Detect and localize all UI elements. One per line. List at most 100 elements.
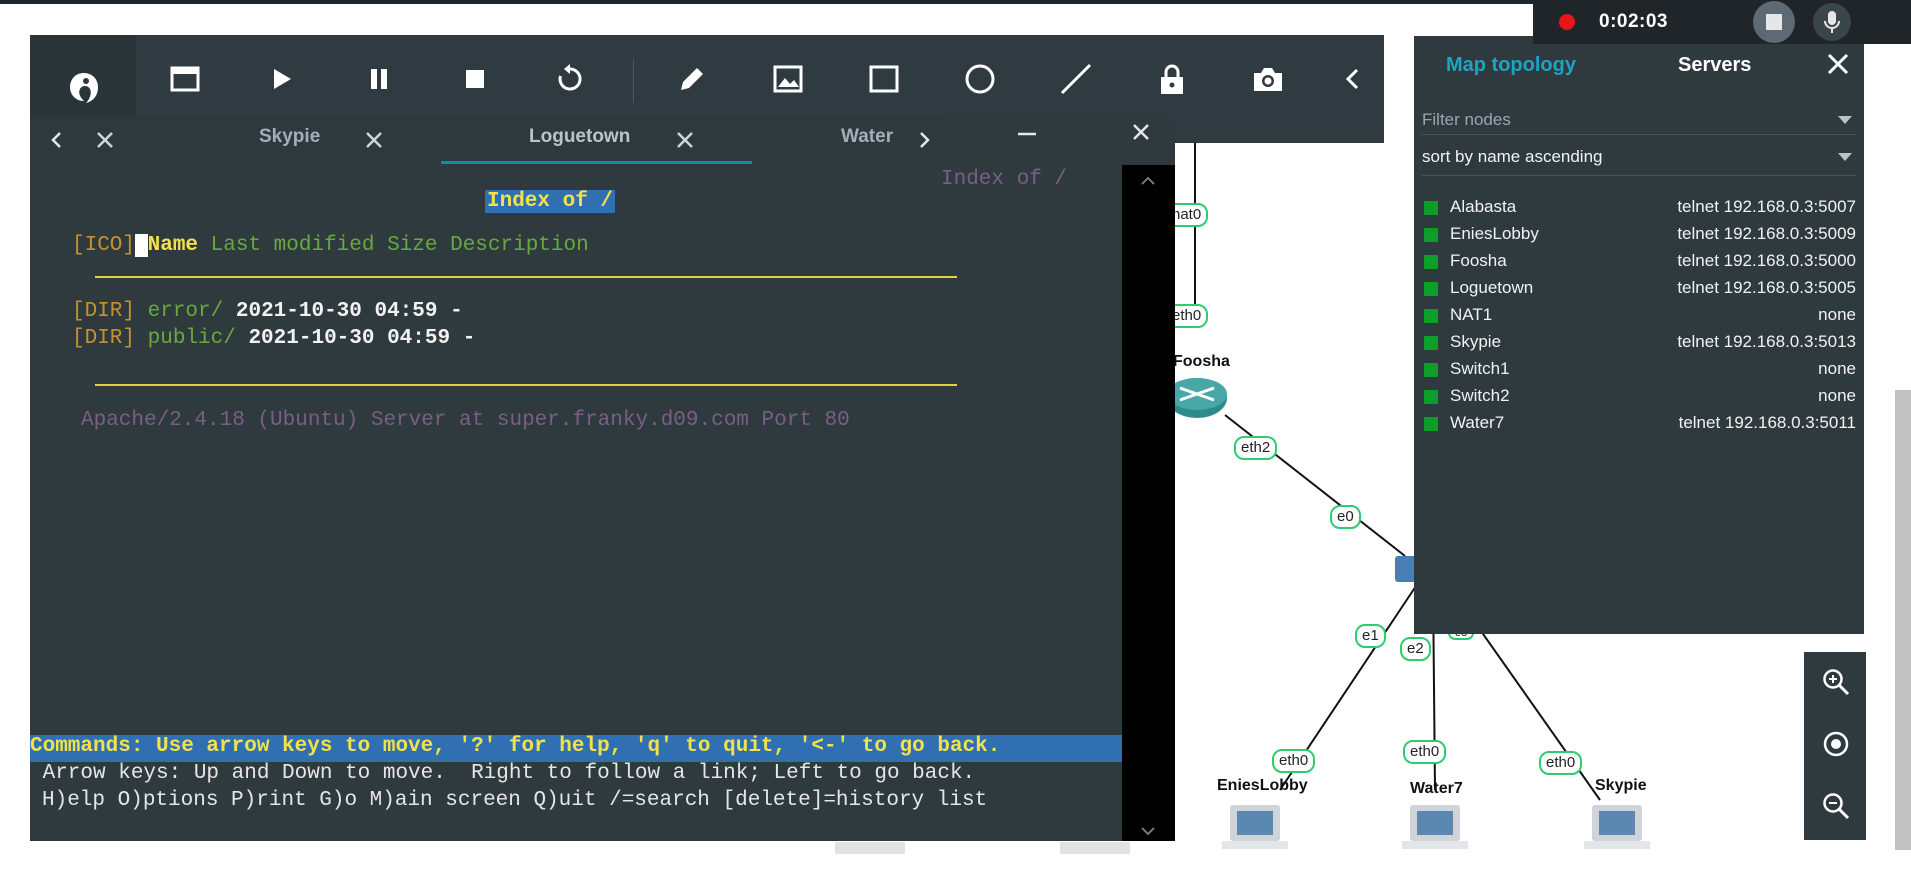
stop-icon — [1766, 14, 1782, 30]
lock-icon[interactable] — [1148, 55, 1196, 103]
node-status-icon — [1424, 417, 1438, 431]
dropdown-arrow-icon — [1838, 153, 1852, 161]
tab-scroll-right-icon[interactable] — [910, 125, 940, 155]
node-name: Alabasta — [1450, 197, 1517, 216]
node-console: telnet 192.168.0.3:5005 — [1677, 278, 1856, 297]
node-name: Water7 — [1450, 413, 1505, 432]
node-name: NAT1 — [1450, 305, 1493, 324]
interface-label: eth0 — [1272, 749, 1316, 773]
tab-map-topology[interactable]: Map topology — [1446, 54, 1576, 77]
node-status-icon — [1424, 201, 1438, 215]
console-window: Skypie Loguetown Water Index of / Index … — [30, 117, 1175, 841]
host-icon[interactable] — [1222, 805, 1288, 849]
host-icon[interactable] — [1584, 805, 1650, 849]
node-status-icon — [1424, 390, 1438, 404]
ellipse-icon[interactable] — [956, 55, 1004, 103]
node-console: none — [1818, 305, 1856, 324]
status-line: Commands: Use arrow keys to move, '?' fo… — [30, 735, 1122, 762]
divider — [95, 276, 957, 278]
node-label-skypie: Skypie — [1595, 777, 1647, 794]
microphone-icon — [1824, 11, 1840, 33]
gns3-logo-icon[interactable] — [60, 65, 108, 113]
close-icon[interactable] — [90, 125, 120, 155]
node-console: none — [1818, 359, 1856, 378]
node-name: Switch2 — [1450, 386, 1510, 405]
tab-servers[interactable]: Servers — [1678, 54, 1751, 77]
close-window-icon[interactable] — [1126, 117, 1156, 147]
scrollbar[interactable] — [1122, 165, 1175, 841]
image-icon[interactable] — [764, 55, 812, 103]
terminal-output[interactable]: Index of / Index of / [ICO]|Name Last mo… — [30, 165, 1122, 841]
node-label-water7: Water7 — [1410, 780, 1463, 797]
interface-label: eth2 — [1234, 436, 1278, 460]
help-line: Arrow keys: Up and Down to move. Right t… — [30, 762, 976, 785]
reload-icon[interactable] — [546, 55, 594, 103]
listing-header: [ICO]|Name Last modified Size Descriptio… — [72, 234, 589, 257]
node-console: telnet 192.168.0.3:5011 — [1678, 413, 1856, 432]
recording-dot-icon — [1559, 14, 1575, 30]
camera-icon[interactable] — [1244, 55, 1292, 103]
pencil-icon[interactable] — [668, 55, 716, 103]
zoom-controls — [1804, 652, 1866, 840]
zoom-out-icon[interactable] — [1822, 792, 1850, 825]
node-label-foosha: Foosha — [1173, 353, 1230, 370]
console-window-icon[interactable] — [161, 55, 209, 103]
recording-time: 0:02:03 — [1599, 11, 1668, 32]
tab-water7[interactable]: Water — [841, 117, 893, 163]
node-label-enieslobby: EniesLobby — [1217, 777, 1308, 794]
page-title: Index of / — [485, 190, 616, 213]
server-node-row[interactable]: Switch2 none — [1424, 384, 1856, 411]
node-status-icon — [1424, 363, 1438, 377]
close-icon[interactable] — [1826, 52, 1850, 81]
scroll-up-icon[interactable] — [1140, 173, 1156, 191]
page-scrollbar[interactable] — [1895, 390, 1911, 850]
server-node-row[interactable]: EniesLobby telnet 192.168.0.3:5009 — [1424, 222, 1856, 249]
server-node-row[interactable]: Switch1 none — [1424, 357, 1856, 384]
play-icon[interactable] — [258, 55, 306, 103]
pause-icon[interactable] — [355, 55, 403, 103]
help-line: H)elp O)ptions P)rint G)o M)ain screen Q… — [42, 789, 988, 812]
server-node-row[interactable]: NAT1 none — [1424, 303, 1856, 330]
node-name: Loguetown — [1450, 278, 1534, 297]
scroll-down-icon[interactable] — [1140, 823, 1156, 841]
server-node-row[interactable]: Loguetown telnet 192.168.0.3:5005 — [1424, 276, 1856, 303]
close-icon[interactable] — [359, 125, 389, 155]
server-node-row[interactable]: Foosha telnet 192.168.0.3:5000 — [1424, 249, 1856, 276]
line-icon[interactable] — [1052, 55, 1100, 103]
sort-select[interactable]: sort by name ascending — [1422, 143, 1856, 176]
microphone-button[interactable] — [1813, 3, 1851, 41]
active-tab-indicator — [441, 161, 752, 164]
node-status-icon — [1424, 282, 1438, 296]
listing-row[interactable]: [DIR] public/ 2021-10-30 04:59 - — [72, 327, 475, 350]
reset-zoom-icon[interactable] — [1822, 730, 1850, 763]
listing-row[interactable]: [DIR] error/ 2021-10-30 04:59 - — [72, 300, 463, 323]
node-console: telnet 192.168.0.3:5000 — [1677, 251, 1856, 270]
tab-loguetown[interactable]: Loguetown — [529, 117, 630, 163]
node-status-icon — [1424, 336, 1438, 350]
node-status-icon — [1424, 228, 1438, 242]
filter-nodes-input[interactable]: Filter nodes — [1422, 106, 1856, 135]
interface-label: eth0 — [1539, 751, 1583, 775]
stop-recording-button[interactable] — [1753, 1, 1795, 43]
host-icon[interactable] — [1402, 805, 1468, 849]
server-node-row[interactable]: Water7 telnet 192.168.0.3:5011 — [1424, 411, 1856, 438]
dropdown-arrow-icon — [1838, 116, 1852, 124]
zoom-in-icon[interactable] — [1822, 668, 1850, 701]
node-status-icon — [1424, 309, 1438, 323]
rectangle-icon[interactable] — [860, 55, 908, 103]
tab-skypie[interactable]: Skypie — [259, 117, 320, 163]
minimize-icon[interactable] — [1012, 117, 1042, 147]
tab-scroll-left-icon[interactable] — [41, 125, 71, 155]
servers-panel: Map topology Servers Filter nodes sort b… — [1414, 36, 1864, 634]
close-icon[interactable] — [670, 125, 700, 155]
node-console: none — [1818, 386, 1856, 405]
chevron-left-icon[interactable] — [1328, 55, 1376, 103]
node-console: telnet 192.168.0.3:5013 — [1677, 332, 1856, 351]
server-node-row[interactable]: Skypie telnet 192.168.0.3:5013 — [1424, 330, 1856, 357]
interface-label: e0 — [1330, 505, 1361, 529]
node-name: Foosha — [1450, 251, 1507, 270]
server-node-row[interactable]: Alabasta telnet 192.168.0.3:5007 — [1424, 195, 1856, 222]
recording-bar: 0:02:03 — [1533, 0, 1911, 44]
stop-icon[interactable] — [451, 55, 499, 103]
router-icon[interactable] — [1167, 378, 1227, 418]
